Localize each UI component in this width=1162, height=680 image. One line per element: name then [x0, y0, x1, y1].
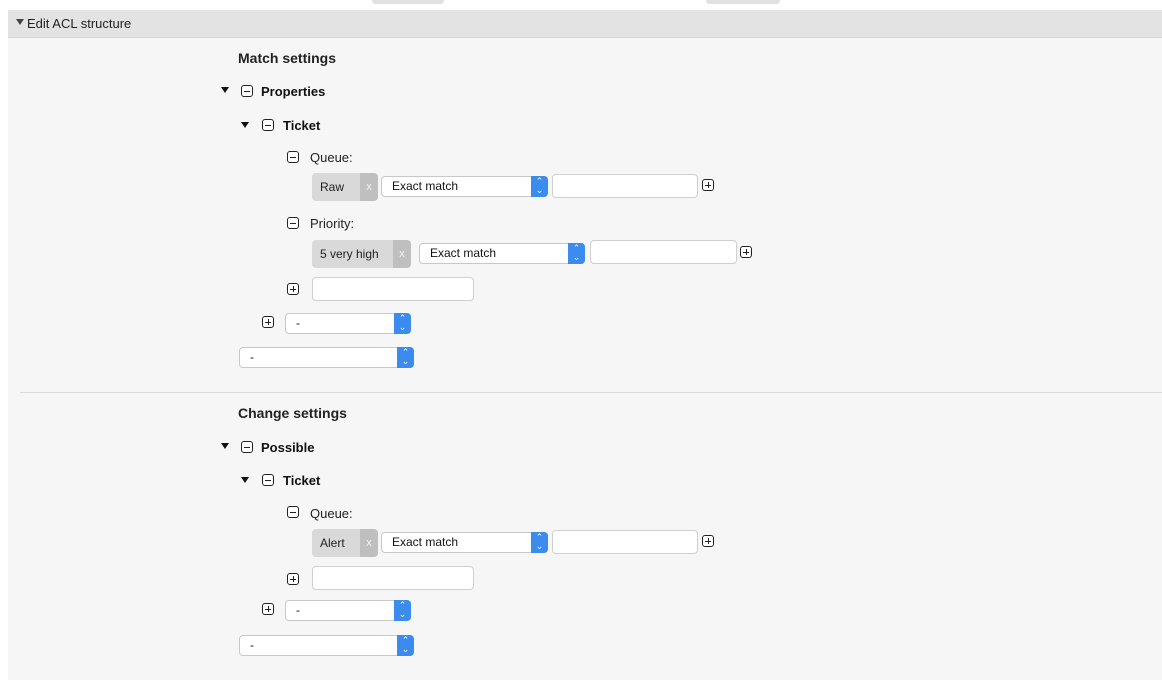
ticket-add-select[interactable]: - ⌃ ⌄: [285, 313, 411, 334]
priority-value-input[interactable]: [590, 240, 737, 264]
queue-operator-select[interactable]: Exact match ⌃ ⌄: [381, 176, 548, 197]
plus-box-icon[interactable]: [287, 283, 299, 295]
queue-value-tag: Raw: [312, 173, 360, 201]
updown-chevron-icon: ⌃ ⌄: [394, 313, 411, 334]
new-field-input[interactable]: [312, 277, 474, 301]
minus-box-icon[interactable]: [287, 217, 299, 229]
priority-operator-value: Exact match: [430, 246, 497, 260]
plus-box-icon[interactable]: [262, 603, 274, 615]
top-tab-left: [372, 0, 444, 4]
priority-operator-select[interactable]: Exact match ⌃ ⌄: [419, 243, 585, 264]
top-strip: [0, 0, 1162, 10]
minus-box-icon[interactable]: [241, 85, 253, 97]
plus-box-icon[interactable]: [262, 316, 274, 328]
properties-label: Properties: [261, 84, 326, 99]
change-settings-title: Change settings: [238, 405, 347, 421]
edit-acl-header[interactable]: Edit ACL structure: [8, 10, 1162, 38]
match-settings-title: Match settings: [238, 50, 337, 66]
queue-tag-remove-button[interactable]: x: [360, 173, 378, 201]
updown-chevron-icon: ⌃ ⌄: [531, 176, 548, 197]
priority-label: Priority:: [310, 216, 355, 231]
minus-box-icon[interactable]: [262, 474, 274, 486]
properties-add-select[interactable]: - ⌃ ⌄: [239, 347, 414, 368]
section-divider: [20, 392, 1162, 393]
plus-box-icon[interactable]: [702, 535, 714, 547]
change-ticket-add-select[interactable]: - ⌃ ⌄: [285, 600, 411, 621]
possible-label: Possible: [261, 440, 315, 455]
properties-add-select-value: -: [250, 350, 254, 364]
plus-box-icon[interactable]: [702, 179, 714, 191]
updown-chevron-icon: ⌃ ⌄: [531, 532, 548, 553]
queue-value-input[interactable]: [552, 174, 698, 198]
change-queue-operator-select[interactable]: Exact match ⌃ ⌄: [381, 532, 548, 553]
plus-box-icon[interactable]: [287, 573, 299, 585]
change-queue-tag-remove-button[interactable]: x: [360, 529, 378, 557]
change-queue-value-input[interactable]: [552, 530, 698, 554]
queue-label: Queue:: [310, 150, 353, 165]
change-new-field-input[interactable]: [312, 566, 474, 590]
change-queue-value-tag: Alert: [312, 529, 360, 557]
change-queue-operator-value: Exact match: [392, 535, 459, 549]
change-queue-label: Queue:: [310, 506, 353, 521]
caret-down-icon[interactable]: [241, 122, 249, 128]
caret-down-icon[interactable]: [221, 443, 229, 449]
updown-chevron-icon: ⌃ ⌄: [394, 600, 411, 621]
ticket-label: Ticket: [283, 118, 321, 133]
minus-box-icon[interactable]: [287, 506, 299, 518]
minus-box-icon[interactable]: [287, 151, 299, 163]
minus-box-icon[interactable]: [262, 119, 274, 131]
possible-add-select[interactable]: - ⌃ ⌄: [239, 635, 414, 656]
change-ticket-label: Ticket: [283, 473, 321, 488]
priority-tag-remove-button[interactable]: x: [393, 240, 411, 268]
priority-value-tag: 5 very high: [312, 240, 393, 268]
ticket-add-select-value: -: [296, 316, 300, 330]
plus-box-icon[interactable]: [740, 246, 752, 258]
updown-chevron-icon: ⌃ ⌄: [397, 635, 414, 656]
caret-down-icon[interactable]: [221, 87, 229, 93]
caret-down-icon: [16, 19, 24, 25]
caret-down-icon[interactable]: [241, 477, 249, 483]
change-ticket-add-select-value: -: [296, 603, 300, 617]
header-title: Edit ACL structure: [27, 16, 132, 31]
updown-chevron-icon: ⌃ ⌄: [397, 347, 414, 368]
content-panel: [8, 10, 1162, 680]
top-tab-right: [706, 0, 780, 4]
updown-chevron-icon: ⌃ ⌄: [568, 243, 585, 264]
queue-operator-value: Exact match: [392, 179, 459, 193]
minus-box-icon[interactable]: [241, 441, 253, 453]
possible-add-select-value: -: [250, 638, 254, 652]
